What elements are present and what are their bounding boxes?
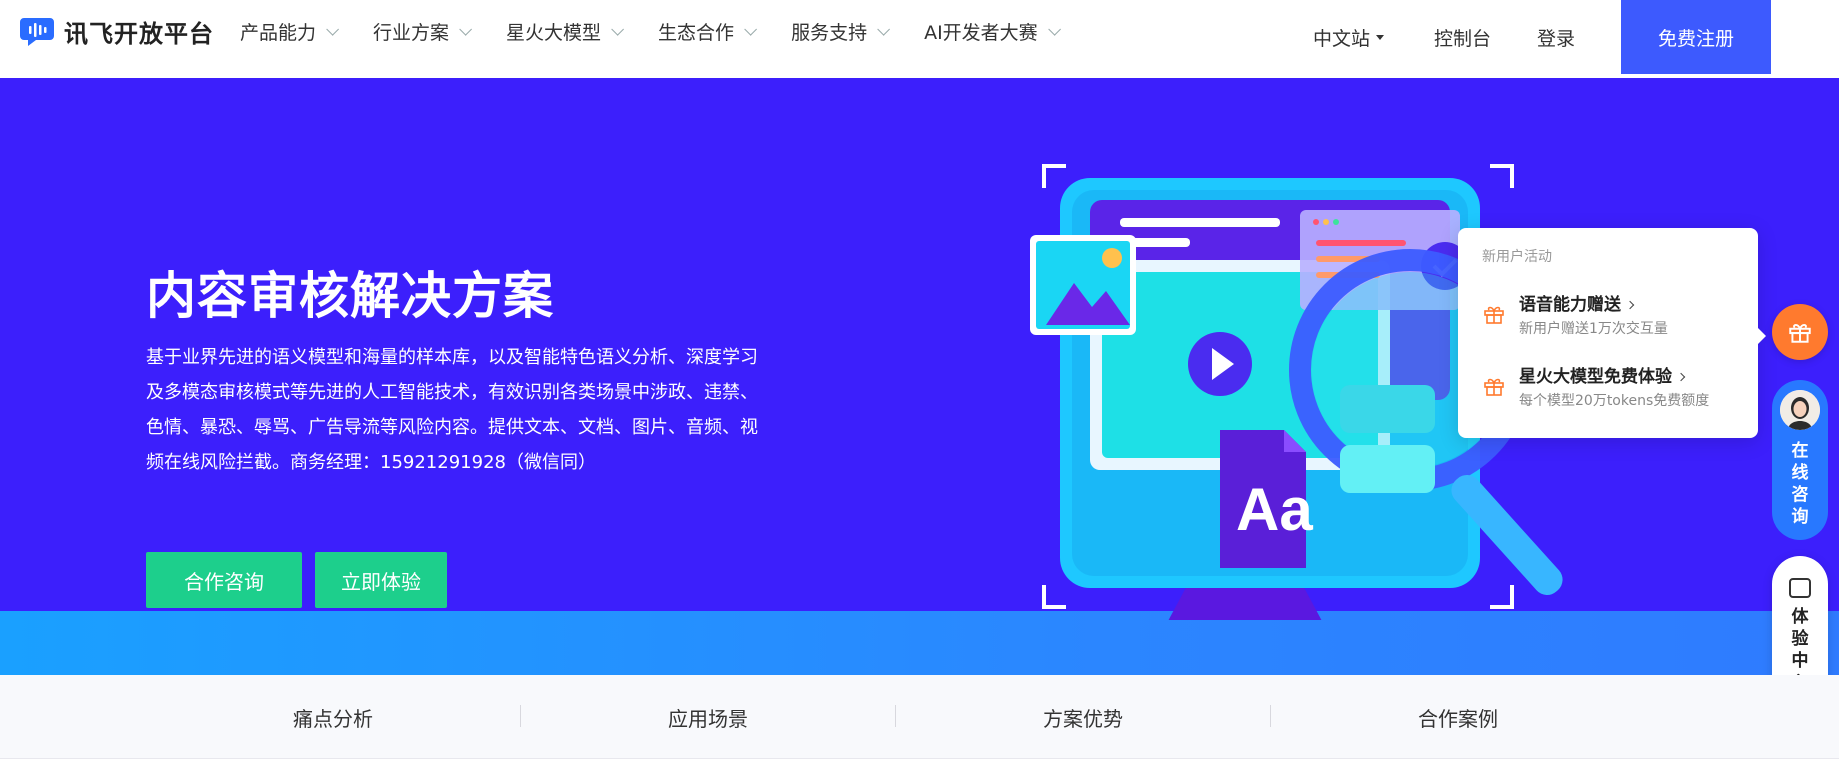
nav-label: 生态合作	[658, 21, 735, 44]
tab-scenarios[interactable]: 应用场景	[520, 675, 896, 759]
promo-title-text: 语音能力赠送	[1519, 295, 1621, 315]
promo-item-voice[interactable]: 语音能力赠送 新用户赠送1万次交互量	[1482, 290, 1742, 346]
caret-down-icon	[1375, 34, 1384, 40]
online-consult-button[interactable]: 在线咨询	[1772, 380, 1828, 540]
consult-button[interactable]: 合作咨询	[146, 552, 302, 608]
chevron-down-icon	[459, 22, 473, 36]
agent-avatar	[1780, 390, 1820, 430]
promo-item-title: 语音能力赠送	[1519, 290, 1635, 315]
login-link[interactable]: 登录	[1537, 24, 1575, 51]
xunfei-logo-icon	[20, 18, 54, 46]
nav-label: 行业方案	[373, 21, 450, 44]
nav-label: 服务支持	[791, 21, 868, 44]
chevron-down-icon	[744, 22, 758, 36]
hero-bottom-band	[0, 611, 1839, 675]
language-label: 中文站	[1312, 27, 1370, 50]
hero-title: 内容审核解决方案	[146, 267, 554, 325]
nav-item-products[interactable]: 产品能力	[240, 18, 340, 45]
nav-label: 星火大模型	[506, 21, 602, 44]
nav-item-spark-model[interactable]: 星火大模型	[506, 18, 625, 45]
tab-pain-points[interactable]: 痛点分析	[145, 675, 521, 759]
gift-icon	[1484, 378, 1504, 396]
promo-item-subtitle: 新用户赠送1万次交互量	[1519, 321, 1668, 337]
logo[interactable]: 讯飞开放平台	[20, 14, 214, 48]
nav-item-ecosystem[interactable]: 生态合作	[658, 18, 758, 45]
hero-description: 基于业界先进的语义模型和海量的样本库，以及智能特色语义分析、深度学习及多模态审核…	[146, 347, 758, 473]
gift-icon	[1484, 306, 1504, 324]
tab-advantages[interactable]: 方案优势	[895, 675, 1271, 759]
agent-avatar-icon	[1780, 390, 1820, 430]
main-nav: 产品能力 行业方案 星火大模型 生态合作 服务支持 AI开发者大赛	[240, 0, 1095, 62]
consult-label: 在线咨询	[1791, 441, 1809, 527]
right-nav: 中文站 控制台 登录 免费注册	[1313, 0, 1839, 74]
promo-item-subtitle: 每个模型20万tokens免费额度	[1519, 393, 1710, 409]
new-user-promo-card: 新用户活动 语音能力赠送 新用户赠送1万次交互量 星火大模型免费体验 每个模型2…	[1458, 228, 1766, 438]
gift-icon	[1789, 324, 1811, 343]
doc-letters: Aa	[1236, 476, 1313, 543]
chevron-down-icon	[611, 22, 625, 36]
chart-monitor-icon	[1789, 578, 1811, 598]
nav-item-industry[interactable]: 行业方案	[373, 18, 473, 45]
promo-heading: 新用户活动	[1482, 249, 1552, 265]
chevron-right-icon	[1625, 300, 1635, 310]
section-tabs: 痛点分析 应用场景 方案优势 合作案例	[0, 675, 1839, 759]
tab-cases[interactable]: 合作案例	[1270, 675, 1646, 759]
nav-item-ai-contest[interactable]: AI开发者大赛	[924, 18, 1061, 45]
chevron-down-icon	[326, 22, 340, 36]
console-link[interactable]: 控制台	[1434, 24, 1491, 51]
try-now-button[interactable]: 立即体验	[315, 552, 447, 608]
chevron-right-icon	[1676, 372, 1686, 382]
logo-text: 讯飞开放平台	[64, 19, 214, 48]
register-button[interactable]: 免费注册	[1621, 0, 1771, 74]
nav-label: 产品能力	[240, 21, 317, 44]
chevron-down-icon	[1047, 22, 1061, 36]
promo-item-title: 星火大模型免费体验	[1519, 362, 1686, 387]
nav-item-support[interactable]: 服务支持	[791, 18, 891, 45]
top-header: 讯飞开放平台 产品能力 行业方案 星火大模型 生态合作 服务支持 AI开发者大赛…	[0, 0, 1839, 78]
chevron-down-icon	[877, 22, 891, 36]
promo-title-text: 星火大模型免费体验	[1519, 367, 1672, 387]
language-selector[interactable]: 中文站	[1313, 24, 1384, 51]
floating-gift-button[interactable]	[1772, 304, 1828, 360]
nav-label: AI开发者大赛	[924, 21, 1038, 44]
promo-item-spark[interactable]: 星火大模型免费体验 每个模型20万tokens免费额度	[1482, 362, 1742, 418]
